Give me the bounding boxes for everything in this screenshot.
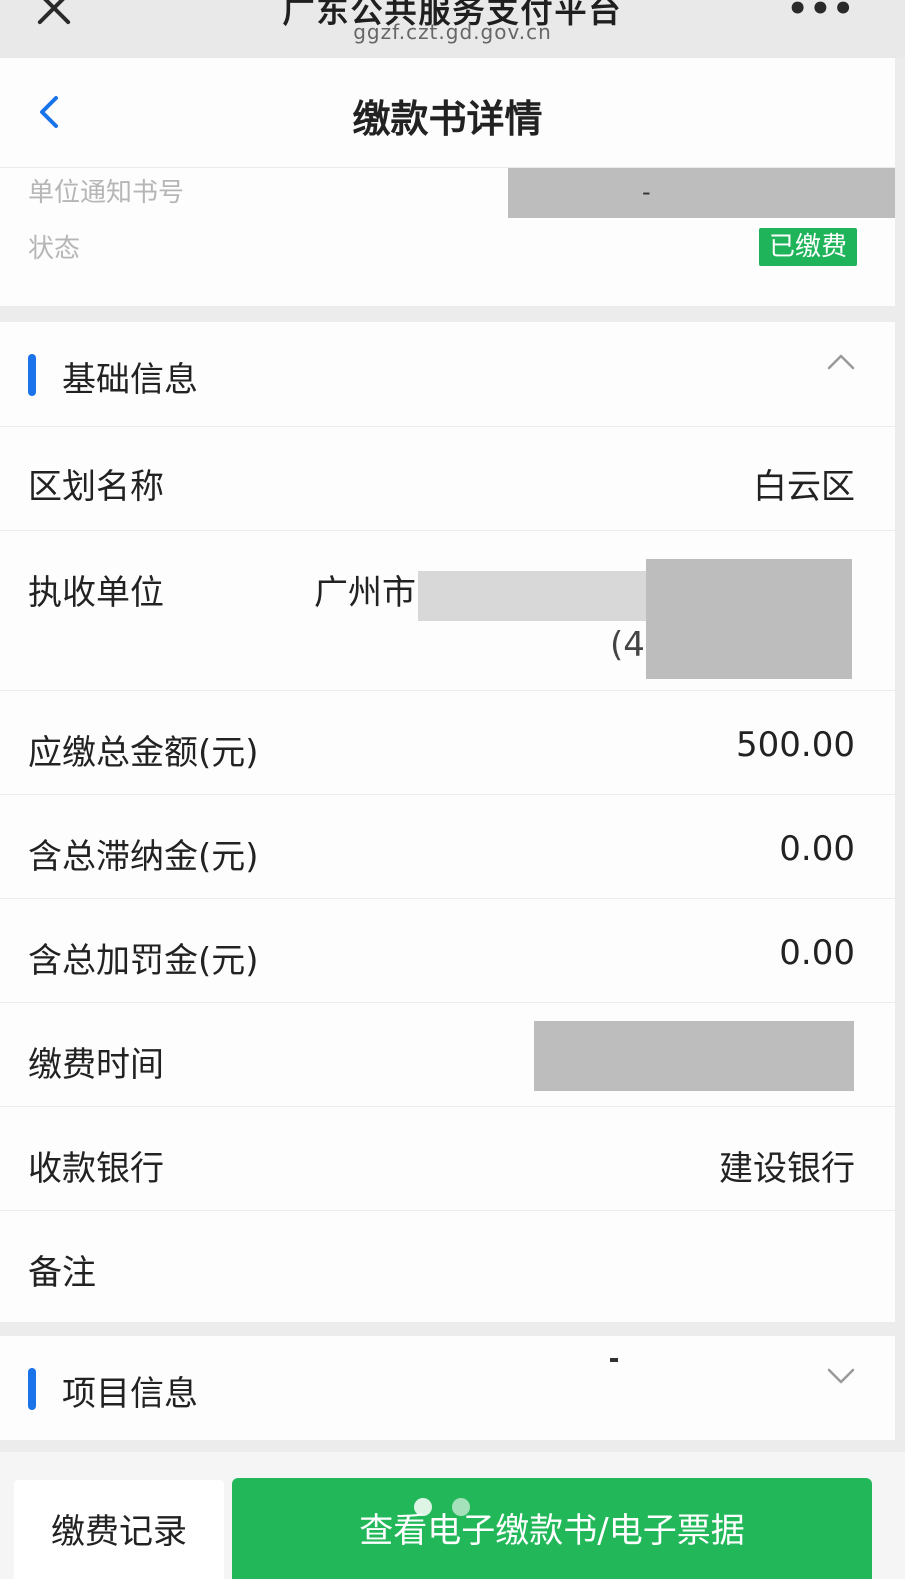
summary-card: 单位通知书号 - 状态 已缴费 xyxy=(0,168,895,306)
action-bar: 缴费记录 查看电子缴款书/电子票据 xyxy=(0,1452,905,1579)
row-collecting-unit: 执收单位 广州市 (4 xyxy=(0,530,895,690)
section-marker xyxy=(28,354,36,396)
page-header: 缴款书详情 xyxy=(0,58,895,168)
row-value: 广州市 xyxy=(314,573,416,613)
browser-url: ggzf.czt.gd.gov.cn xyxy=(353,20,552,44)
status-badge: 已缴费 xyxy=(758,228,857,266)
basic-info-header[interactable]: 基础信息 xyxy=(0,322,895,422)
view-e-receipt-label: 查看电子缴款书/电子票据 xyxy=(359,1511,745,1551)
page-title: 缴款书详情 xyxy=(352,97,543,141)
redacted-notice-number: - xyxy=(508,168,895,218)
redacted-unit-name xyxy=(418,571,658,621)
browser-bar: 广东公共服务支付平台 ggzf.czt.gd.gov.cn ••• xyxy=(0,0,905,58)
row-label: 区划名称 xyxy=(28,467,164,507)
status-label: 状态 xyxy=(28,234,81,264)
redacted-payment-time xyxy=(534,1021,854,1091)
row-label: 执收单位 xyxy=(28,573,164,613)
project-info-dash xyxy=(610,1358,618,1362)
pager-dot xyxy=(414,1498,432,1516)
redacted-unit-code xyxy=(646,559,852,679)
row-total-amount: 应缴总金额(元) 500.00 xyxy=(0,690,895,794)
more-dots-icon[interactable]: ••• xyxy=(787,0,855,26)
row-label: 应缴总金额(元) xyxy=(28,733,259,773)
row-payment-time: 缴费时间 xyxy=(0,1002,895,1106)
chevron-up-icon[interactable] xyxy=(827,352,855,372)
row-label: 收款银行 xyxy=(28,1149,164,1189)
row-late-fee: 含总滞纳金(元) 0.00 xyxy=(0,794,895,898)
project-info-title: 项目信息 xyxy=(62,1374,198,1414)
row-district: 区划名称 白云区 xyxy=(0,426,895,530)
section-marker xyxy=(28,1368,36,1410)
row-value: 500.00 xyxy=(736,725,855,765)
row-value-sub: (4 xyxy=(610,625,645,665)
view-e-receipt-button[interactable]: 查看电子缴款书/电子票据 xyxy=(232,1478,872,1579)
row-value: 0.00 xyxy=(779,933,855,973)
project-info-header[interactable]: 项目信息 xyxy=(0,1336,895,1436)
basic-info-card: 基础信息 区划名称 白云区 执收单位 广州市 (4 应缴总金额(元) 500.0… xyxy=(0,322,895,1322)
row-value: 建设银行 xyxy=(719,1149,855,1189)
payment-records-button[interactable]: 缴费记录 xyxy=(14,1480,224,1579)
notice-number-label: 单位通知书号 xyxy=(28,178,185,208)
row-label: 含总滞纳金(元) xyxy=(28,837,259,877)
row-penalty: 含总加罚金(元) 0.00 xyxy=(0,898,895,1002)
notice-number-value: - xyxy=(642,178,651,206)
row-label: 缴费时间 xyxy=(28,1045,164,1085)
row-remark: 备注 xyxy=(0,1210,895,1314)
chevron-down-icon[interactable] xyxy=(827,1366,855,1386)
row-label: 含总加罚金(元) xyxy=(28,941,259,981)
project-info-card: 项目信息 xyxy=(0,1336,895,1440)
row-value: 白云区 xyxy=(753,467,855,507)
basic-info-title: 基础信息 xyxy=(62,360,198,400)
row-receiving-bank: 收款银行 建设银行 xyxy=(0,1106,895,1210)
row-value: 0.00 xyxy=(779,829,855,869)
row-label: 备注 xyxy=(28,1253,96,1293)
pager-dot xyxy=(452,1498,470,1516)
